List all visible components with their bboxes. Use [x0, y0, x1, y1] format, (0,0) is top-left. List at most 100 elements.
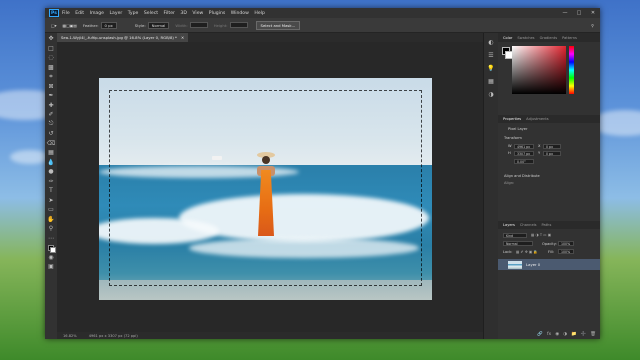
- dodge-tool-icon[interactable]: ●: [47, 168, 55, 176]
- zoom-tool-icon[interactable]: ⚲: [47, 225, 55, 233]
- tab-gradients[interactable]: Gradients: [540, 36, 558, 40]
- quick-mask-icon[interactable]: ◉: [47, 253, 55, 261]
- width-label: Width:: [175, 22, 188, 28]
- adjustment-layer-icon[interactable]: ◑: [563, 332, 567, 337]
- lock-icons[interactable]: ▦ ✐ ✥ ▣ 🔒: [516, 250, 538, 254]
- learn-panel-icon[interactable]: 💡: [487, 64, 495, 72]
- angle-field[interactable]: 0.00°: [514, 159, 534, 164]
- menu-3d[interactable]: 3D: [180, 11, 186, 16]
- menu-filter[interactable]: Filter: [164, 11, 175, 16]
- menu-image[interactable]: Image: [90, 11, 104, 16]
- rectangle-tool-icon[interactable]: ▭: [47, 206, 55, 214]
- canvas-area[interactable]: [57, 42, 505, 332]
- lasso-tool-icon[interactable]: ◌: [47, 54, 55, 62]
- layer-filter-icons[interactable]: ▦ ◑ T ▭ ▣: [531, 233, 551, 237]
- hue-slider[interactable]: [569, 46, 574, 94]
- y-label: Y: [538, 151, 541, 155]
- search-icon[interactable]: ⚲: [591, 23, 594, 28]
- menu-layer[interactable]: Layer: [109, 11, 122, 16]
- healing-brush-icon[interactable]: ✚: [47, 101, 55, 109]
- selection-mode-icons[interactable]: ▩□▣▤: [63, 23, 77, 28]
- opacity-field[interactable]: 100%: [558, 241, 574, 246]
- width-field[interactable]: 4961 px: [514, 144, 534, 149]
- color-picker-field[interactable]: [512, 46, 566, 94]
- link-layers-icon[interactable]: 🔗: [537, 332, 543, 337]
- clone-stamp-icon[interactable]: ⎋: [47, 120, 55, 128]
- eyedropper-icon[interactable]: ✒: [47, 92, 55, 100]
- blend-mode-select[interactable]: Normal: [503, 241, 533, 246]
- layer-kind-filter[interactable]: Kind: [503, 233, 527, 238]
- menu-window[interactable]: Window: [231, 11, 249, 16]
- delete-layer-icon[interactable]: 🗑: [590, 332, 596, 337]
- color-panel-icon[interactable]: ◐: [487, 38, 495, 46]
- marquee-tool-icon[interactable]: □▾: [51, 23, 57, 28]
- maximize-icon[interactable]: □: [572, 8, 586, 18]
- frame-tool-icon[interactable]: ⊠: [47, 82, 55, 90]
- marquee-selection[interactable]: [109, 90, 422, 286]
- tab-channels[interactable]: Channels: [520, 223, 537, 227]
- libraries-panel-icon[interactable]: ▦: [487, 77, 495, 85]
- layers-panel-tabs: Layers Channels Paths: [498, 221, 600, 229]
- close-tab-icon[interactable]: ✕: [181, 35, 184, 40]
- screen-mode-icon[interactable]: ▣: [47, 263, 55, 271]
- menu-plugins[interactable]: Plugins: [209, 11, 225, 16]
- feather-input[interactable]: 0 px: [100, 21, 117, 29]
- align-sub-label: Align:: [504, 181, 515, 185]
- tab-color[interactable]: Color: [503, 36, 512, 40]
- color-swatches-icon[interactable]: [47, 244, 56, 253]
- tab-swatches[interactable]: Swatches: [517, 36, 534, 40]
- fill-field[interactable]: 100%: [558, 249, 574, 254]
- gradient-tool-icon[interactable]: ▦: [47, 149, 55, 157]
- tab-paths[interactable]: Paths: [542, 223, 552, 227]
- menu-view[interactable]: View: [192, 11, 203, 16]
- more-tools-icon[interactable]: ⋯: [47, 234, 55, 242]
- object-selection-icon[interactable]: ▩: [47, 63, 55, 71]
- layer-name[interactable]: Layer 0: [526, 262, 540, 267]
- adjustments-panel-icon[interactable]: ◑: [487, 90, 495, 98]
- document-tab-title: Sea-1-Wyjl4l_-fu9ip-unsplash.jpg @ 16.8%…: [61, 35, 177, 40]
- document-tab[interactable]: Sea-1-Wyjl4l_-fu9ip-unsplash.jpg @ 16.8%…: [57, 33, 189, 42]
- select-and-mask-button[interactable]: Select and Mask...: [255, 20, 301, 30]
- type-tool-icon[interactable]: T: [47, 187, 55, 195]
- y-field[interactable]: 0 px: [543, 151, 561, 156]
- crop-tool-icon[interactable]: ⌗: [47, 73, 55, 81]
- options-bar: □▾ ▩□▣▤ Feather: 0 px Style: Normal Widt…: [45, 18, 600, 33]
- close-icon[interactable]: ✕: [586, 8, 600, 18]
- tab-layers[interactable]: Layers: [503, 223, 515, 227]
- brush-tool-icon[interactable]: ✐: [47, 111, 55, 119]
- layers-footer: 🔗 fx ◉ ◑ 📁 ➕ 🗑: [498, 330, 600, 339]
- menu-select[interactable]: Select: [144, 11, 158, 16]
- height-input[interactable]: [229, 22, 248, 28]
- zoom-level[interactable]: 16.82%: [63, 334, 77, 338]
- move-tool-icon[interactable]: ✥: [47, 35, 55, 43]
- rectangular-marquee-icon[interactable]: □: [47, 44, 55, 52]
- opacity-label: Opacity:: [542, 242, 557, 246]
- style-select[interactable]: Normal: [147, 21, 170, 29]
- menu-type[interactable]: Type: [128, 11, 139, 16]
- eraser-tool-icon[interactable]: ⌫: [47, 139, 55, 147]
- menu-help[interactable]: Help: [254, 11, 264, 16]
- x-field[interactable]: 0 px: [543, 144, 561, 149]
- history-brush-icon[interactable]: ↺: [47, 130, 55, 138]
- properties-panel-icon[interactable]: ☰: [487, 51, 495, 59]
- tab-properties[interactable]: Properties: [503, 117, 521, 121]
- tab-patterns[interactable]: Patterns: [562, 36, 577, 40]
- pen-tool-icon[interactable]: ✑: [47, 177, 55, 185]
- minimize-icon[interactable]: —: [558, 8, 572, 18]
- new-layer-icon[interactable]: ➕: [581, 332, 587, 337]
- path-selection-icon[interactable]: ➤: [47, 196, 55, 204]
- width-input[interactable]: [189, 22, 208, 28]
- tab-adjustments[interactable]: Adjustments: [526, 117, 549, 121]
- blur-tool-icon[interactable]: 💧: [47, 158, 55, 166]
- menu-edit[interactable]: Edit: [75, 11, 84, 16]
- photoshop-logo: Ps: [49, 9, 59, 17]
- color-panel-tabs: Color Swatches Gradients Patterns: [498, 33, 600, 42]
- hand-tool-icon[interactable]: ✋: [47, 215, 55, 223]
- fx-icon[interactable]: fx: [547, 332, 551, 337]
- add-mask-icon[interactable]: ◉: [555, 332, 559, 337]
- new-group-icon[interactable]: 📁: [571, 332, 577, 337]
- height-field[interactable]: 3307 px: [514, 151, 534, 156]
- layer-row[interactable]: Layer 0: [498, 259, 600, 270]
- document-image[interactable]: [99, 78, 432, 300]
- menu-file[interactable]: File: [62, 11, 70, 16]
